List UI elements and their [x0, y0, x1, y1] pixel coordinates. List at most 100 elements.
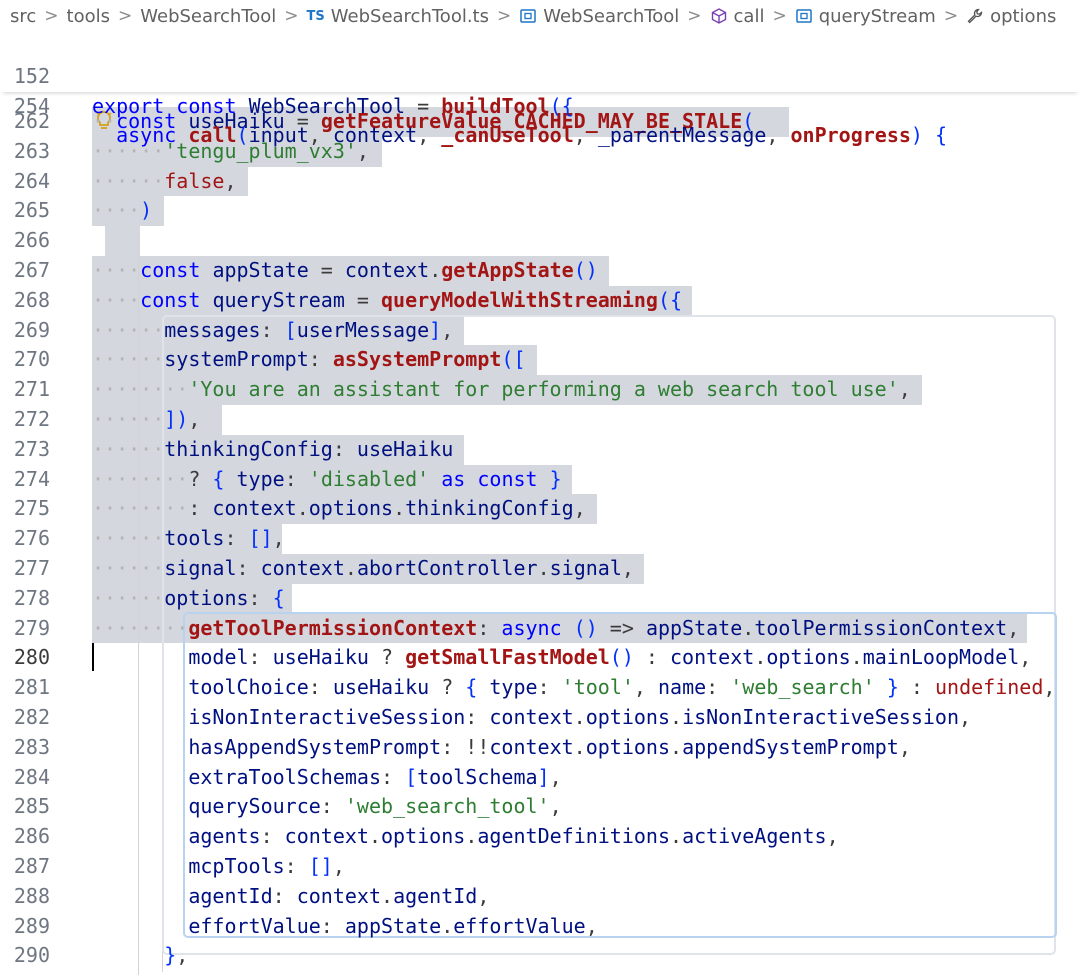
code-line-text: querySource: 'web_search_tool',: [188, 794, 562, 819]
breadcrumb-item-symbol-method[interactable]: call: [710, 6, 764, 27]
code-line[interactable]: 289 effortValue: appState.effortValue,: [0, 912, 1080, 942]
sticky-scroll-header[interactable]: 152 export const WebSearchTool = buildTo…: [0, 32, 1080, 148]
breadcrumb-item-src[interactable]: src: [10, 6, 36, 27]
code-line-text: ······thinkingConfig: useHaiku: [92, 436, 454, 461]
sticky-line[interactable]: 254 async call(input, context, _canUseTo…: [0, 62, 1080, 148]
line-number: 274: [13, 466, 50, 491]
code-line-text: ····): [92, 198, 153, 223]
line-number: 275: [13, 496, 50, 521]
line-number: 269: [13, 317, 50, 342]
line-number: 266: [13, 228, 50, 253]
breadcrumb: src > tools > WebSearchTool > TS WebSear…: [0, 0, 1080, 32]
code-line[interactable]: 277 ······signal: context.abortController…: [0, 554, 1080, 584]
code-line-text: ········getToolPermissionContext: async …: [92, 615, 1020, 640]
code-line-text: export const WebSearchTool = buildTool({: [92, 93, 574, 118]
line-number: 281: [13, 675, 50, 700]
code-line[interactable]: 278 ······options: {: [0, 584, 1080, 614]
code-editor[interactable]: 262 ··const useHaiku = getFeatureValue_CA…: [0, 32, 1080, 975]
code-line[interactable]: 283 hasAppendSystemPrompt: !!context.opt…: [0, 733, 1080, 763]
code-line[interactable]: 269 ······messages: [userMessage],: [0, 316, 1080, 346]
code-line[interactable]: 276 ······tools: [],: [0, 524, 1080, 554]
code-line[interactable]: 265 ····): [0, 196, 1080, 226]
code-line-text: ····const queryStream = queryModelWithSt…: [92, 287, 683, 312]
code-line[interactable]: 271 ········'You are an assistant for per…: [0, 375, 1080, 405]
line-number: 280: [13, 645, 50, 670]
variable-icon: [519, 7, 537, 25]
code-line[interactable]: 288 agentId: context.agentId,: [0, 882, 1080, 912]
chevron-right-icon: >: [772, 6, 787, 26]
wrench-icon: [966, 7, 984, 25]
code-line-text: ········'You are an assistant for perfor…: [92, 377, 911, 402]
chevron-right-icon: >: [496, 6, 512, 26]
line-number: 285: [13, 794, 50, 819]
method-cube-icon: [710, 7, 728, 25]
code-line-text: },: [164, 943, 189, 968]
code-line-text: isNonInteractiveSession: context.options…: [188, 705, 972, 729]
chevron-right-icon: >: [687, 6, 702, 26]
line-number: 267: [13, 258, 50, 282]
code-line[interactable]: 282 isNonInteractiveSession: context.opt…: [0, 703, 1080, 733]
code-line[interactable]: 287 mcpTools: [],: [0, 852, 1080, 882]
breadcrumb-item-symbol-querystream[interactable]: queryStream: [795, 6, 936, 27]
code-line[interactable]: 279 ········getToolPermissionContext: asy…: [0, 614, 1080, 644]
line-number: 278: [13, 585, 50, 610]
code-line-text: extraToolSchemas: [toolSchema],: [188, 764, 562, 789]
code-line[interactable]: 270 ······systemPrompt: asSystemPrompt([: [0, 345, 1080, 375]
code-line[interactable]: 266: [0, 226, 1080, 256]
breadcrumb-item-tools[interactable]: tools: [67, 6, 110, 27]
code-line-text: agents: context.options.agentDefinitions…: [188, 824, 839, 849]
sticky-line[interactable]: 152 export const WebSearchTool = buildTo…: [0, 32, 1080, 118]
chevron-right-icon: >: [44, 6, 59, 26]
line-number: 288: [13, 883, 50, 908]
line-number: 282: [13, 705, 50, 729]
code-line-text: ······tools: [],: [92, 526, 285, 551]
code-line-text: ····const appState = context.getAppState…: [92, 258, 598, 282]
variable-icon: [795, 7, 813, 25]
code-line[interactable]: 280 model: useHaiku ? getSmallFastModel(…: [0, 643, 1080, 673]
line-number: 270: [13, 347, 50, 372]
code-line-text: model: useHaiku ? getSmallFastModel() : …: [188, 645, 1032, 670]
line-number: 277: [13, 556, 50, 580]
code-line[interactable]: 275 ········: context.options.thinkingCon…: [0, 494, 1080, 524]
code-line-text: ········: context.options.thinkingConfig…: [92, 496, 586, 521]
code-line-text: ······messages: [userMessage],: [92, 317, 454, 342]
chevron-right-icon: >: [284, 6, 299, 26]
breadcrumb-item-symbol-options[interactable]: options: [966, 6, 1056, 27]
code-line[interactable]: 272 ······]),: [0, 405, 1080, 435]
line-number: 284: [13, 764, 50, 789]
code-line-text: ······systemPrompt: asSystemPrompt([: [92, 347, 526, 372]
line-number: 287: [13, 854, 50, 878]
code-line[interactable]: 285 querySource: 'web_search_tool',: [0, 792, 1080, 822]
code-line-text: effortValue: appState.effortValue,: [188, 913, 598, 938]
line-number: 272: [13, 407, 50, 431]
breadcrumb-item-file[interactable]: TS WebSearchTool.ts: [307, 6, 489, 27]
line-number: 254: [13, 93, 50, 118]
chevron-right-icon: >: [943, 6, 959, 26]
chevron-right-icon: >: [118, 6, 133, 26]
code-line-text: hasAppendSystemPrompt: !!context.options…: [188, 734, 911, 759]
code-line[interactable]: 273 ······thinkingConfig: useHaiku: [0, 435, 1080, 465]
breadcrumb-item-folder[interactable]: WebSearchTool: [140, 6, 276, 27]
line-number: 279: [13, 615, 50, 640]
code-line[interactable]: 290 },: [0, 941, 1080, 971]
code-line[interactable]: 264 ······false,: [0, 167, 1080, 197]
code-line-text: ······false,: [92, 168, 237, 193]
line-number: 289: [13, 913, 50, 938]
code-line-text: ······options: {: [92, 585, 285, 610]
line-number: 273: [13, 436, 50, 461]
code-line[interactable]: 284 extraToolSchemas: [toolSchema],: [0, 763, 1080, 793]
code-line-text: mcpTools: [],: [188, 854, 345, 878]
code-line[interactable]: 286 agents: context.options.agentDefinit…: [0, 822, 1080, 852]
code-line[interactable]: 268 ····const queryStream = queryModelWit…: [0, 286, 1080, 316]
line-number: 290: [13, 943, 50, 968]
code-line-text: ········? { type: 'disabled' as const }: [92, 466, 562, 491]
code-line[interactable]: 274 ········? { type: 'disabled' as const…: [0, 465, 1080, 495]
code-line[interactable]: 281 toolChoice: useHaiku ? { type: 'tool…: [0, 673, 1080, 703]
code-line-text: agentId: context.agentId,: [188, 883, 490, 908]
code-line-text: ······signal: context.abortController.si…: [92, 556, 634, 580]
breadcrumb-item-symbol-variable[interactable]: WebSearchTool: [519, 6, 679, 27]
code-line-text: async call(input, context, _canUseTool, …: [116, 123, 948, 148]
code-line-text: ······]),: [92, 407, 201, 431]
line-number: 276: [13, 526, 50, 551]
code-line[interactable]: 267 ····const appState = context.getAppSt…: [0, 256, 1080, 286]
